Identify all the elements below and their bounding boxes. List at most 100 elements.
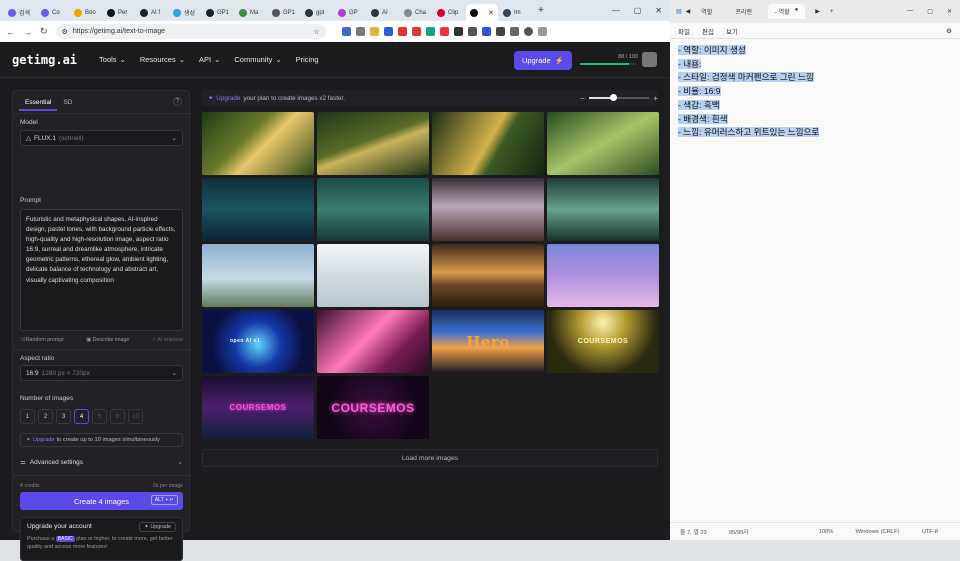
browser-tab[interactable]: GP1 [268,4,300,21]
num-option-6[interactable]: 6 [92,409,107,424]
download-icon[interactable] [509,27,519,36]
puzzle-icon[interactable] [495,27,505,36]
zoom-slider[interactable]: − + [580,92,658,104]
generated-image[interactable]: COURSEMOS [547,310,659,373]
extension-icon[interactable] [355,27,365,36]
num-option-10[interactable]: 10 [128,409,143,424]
menu-dots-icon[interactable] [537,27,547,36]
extension-icon[interactable] [341,27,351,36]
browser-tab[interactable]: Clip [433,4,465,21]
generated-image[interactable] [317,310,429,373]
notepad-tab[interactable]: - 역할 ● [767,4,806,19]
generated-image[interactable] [202,244,314,307]
reload-icon[interactable]: ↻ [40,26,48,37]
advanced-settings-toggle[interactable]: ⚌ Advanced settings ⌄ [20,455,183,469]
scroll-right-icon[interactable]: ▶ [815,8,820,15]
generated-image[interactable] [547,244,659,307]
avatar[interactable] [642,52,657,67]
num-option-1[interactable]: 1 [20,409,35,424]
notepad-tab[interactable]: 역할 [694,4,724,19]
nav-tools[interactable]: Tools ⌄ [99,55,126,64]
minimize-icon[interactable]: — [612,6,620,15]
nav-resources[interactable]: Resources ⌄ [140,55,185,64]
create-images-button[interactable]: Create 4 images ALT + ↵ [20,492,183,510]
generated-image[interactable] [202,112,314,175]
browser-tab[interactable]: 검색 [4,4,36,21]
num-option-3[interactable]: 3 [56,409,71,424]
describe-image-button[interactable]: ▣ Describe image [86,337,129,344]
close-icon[interactable]: ✕ [655,6,662,15]
generated-image[interactable] [432,112,544,175]
generated-image[interactable]: open AI o1 [202,310,314,373]
upbox-upgrade-button[interactable]: ✦ Upgrade [139,522,176,532]
browser-tab[interactable]: Co [37,4,69,21]
browser-tab[interactable]: AI f [136,4,168,21]
extension-icon[interactable] [425,27,435,36]
extension-icon[interactable] [383,27,393,36]
scroll-left-icon[interactable]: ◀ [686,8,691,15]
window-control-icon[interactable]: ✕ [947,8,952,15]
extension-icon[interactable] [467,27,477,36]
settings-gear-icon[interactable]: ⚙ [946,27,952,35]
upgrade-link[interactable]: Upgrade [33,437,55,443]
profile-icon[interactable] [523,27,533,36]
ai-improve-button[interactable]: ✧ AI Improve [152,337,183,344]
prompt-input[interactable]: Futuristic and metaphysical shapes, AI-i… [20,209,183,331]
menu-file[interactable]: 파일 [678,26,690,36]
menu-edit[interactable]: 편집 [702,26,714,36]
generated-image[interactable]: COURSEMOS [317,376,429,439]
browser-tab[interactable]: ✕ [466,4,498,21]
menu-view[interactable]: 보기 [726,26,738,36]
forward-icon[interactable]: → [23,27,32,37]
extension-icon[interactable] [439,27,449,36]
extension-icon[interactable] [453,27,463,36]
notepad-tab[interactable]: 프리랜 [728,4,764,19]
extension-icon[interactable] [411,27,421,36]
help-icon[interactable]: ? [173,97,182,106]
browser-tab[interactable]: Cha [400,4,432,21]
aspect-ratio-select[interactable]: 16:9 1280 px × 720px ⌄ [20,365,183,381]
nav-community[interactable]: Community ⌄ [234,55,281,64]
browser-tab[interactable]: GP1 [202,4,234,21]
tab-sd[interactable]: SD [57,96,78,111]
generated-image[interactable] [432,244,544,307]
generated-image[interactable] [547,112,659,175]
browser-tab[interactable]: 생성 [169,4,201,21]
nav-api[interactable]: API ⌄ [199,55,220,64]
browser-tab[interactable]: AI [367,4,399,21]
nav-pricing[interactable]: Pricing [296,55,319,64]
browser-tab[interactable]: Per [103,4,135,21]
generated-image[interactable] [317,178,429,241]
back-icon[interactable]: ← [6,27,15,37]
num-option-8[interactable]: 8 [110,409,125,424]
window-control-icon[interactable]: — [907,8,913,15]
browser-tab[interactable]: Boo [70,4,102,21]
window-control-icon[interactable]: ▢ [927,8,933,15]
maximize-icon[interactable]: ▢ [634,6,642,15]
generated-image[interactable] [202,178,314,241]
browser-tab[interactable]: GP [334,4,366,21]
extension-icon[interactable] [369,27,379,36]
generated-image[interactable]: Hero [432,310,544,373]
generated-image[interactable] [317,112,429,175]
generated-image[interactable] [547,178,659,241]
logo[interactable]: getimg.ai [12,53,77,67]
tab-essential[interactable]: Essential [19,96,58,111]
num-option-2[interactable]: 2 [38,409,53,424]
random-prompt-button[interactable]: ⤨ Random prompt [20,337,64,344]
generated-image[interactable] [432,178,544,241]
close-tab-icon[interactable]: ✕ [488,9,494,17]
generated-image[interactable] [317,244,429,307]
new-tab-icon[interactable]: + [830,9,834,15]
generated-image[interactable]: COURSEMOS [202,376,314,439]
new-tab-button[interactable]: + [532,5,550,16]
notepad-text-area[interactable]: - 역할: 이미지 생성 - 내용: - 스타일: 검정색 마커펜으로 그린 느낌 -… [678,44,820,140]
extension-icon[interactable] [481,27,491,36]
banner-upgrade-link[interactable]: Upgrade [216,95,240,102]
num-option-4[interactable]: 4 [74,409,89,424]
browser-tab[interactable]: Im [499,4,531,21]
site-info-icon[interactable]: ⚙ [62,28,68,36]
url-field[interactable]: ⚙ https://getimg.ai/text-to-image ☆ [55,24,326,39]
extension-icon[interactable] [397,27,407,36]
load-more-button[interactable]: Load more images [202,449,658,467]
